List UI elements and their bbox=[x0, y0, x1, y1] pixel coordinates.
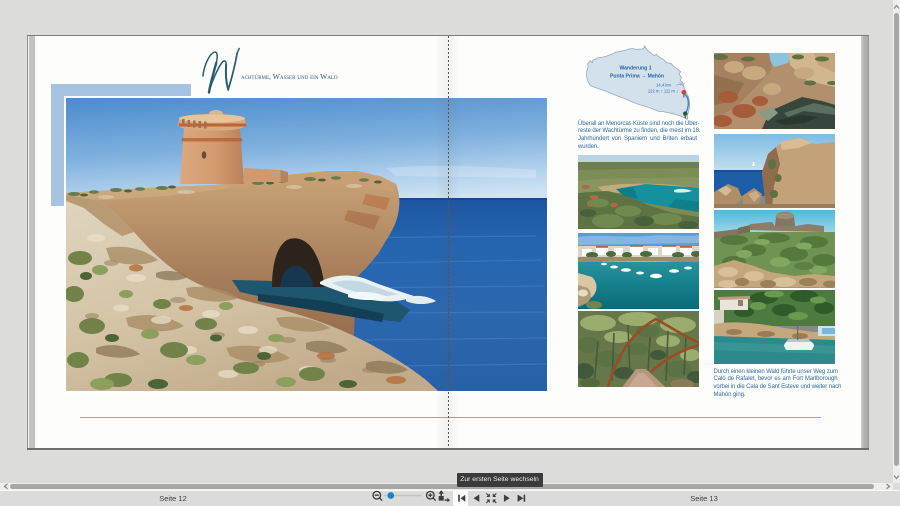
svg-text:14,4 km: 14,4 km bbox=[656, 82, 671, 87]
svg-text:Wanderung 1: Wanderung 1 bbox=[619, 66, 651, 72]
svg-text:122 m ↑ 111 m ↓: 122 m ↑ 111 m ↓ bbox=[648, 89, 678, 94]
svg-text:Punta Prima → Mahón: Punta Prima → Mahón bbox=[610, 73, 664, 79]
